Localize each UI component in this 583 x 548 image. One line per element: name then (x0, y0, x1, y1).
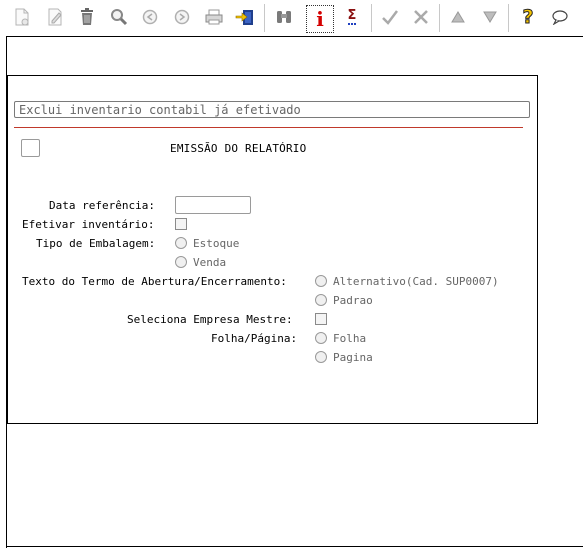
option-padrao-label: Padrao (333, 294, 373, 307)
title-underline (14, 127, 523, 128)
toolbar-separator (371, 4, 372, 32)
toolbar: i Σ ? (0, 0, 583, 36)
data-referencia-input[interactable] (175, 196, 251, 214)
radio-folha[interactable] (315, 332, 327, 344)
report-heading: EMISSÃO DO RELATÓRIO (170, 142, 307, 155)
radio-pagina[interactable] (315, 351, 327, 363)
window-border-bottom (6, 546, 583, 547)
efetivar-checkbox[interactable] (175, 218, 187, 230)
info-icon[interactable]: i (306, 5, 334, 33)
option-alternativo-label: Alternativo(Cad. SUP0007) (333, 275, 499, 288)
efetivar-label: Efetivar inventário: (22, 218, 155, 231)
radio-venda[interactable] (175, 256, 187, 268)
report-button[interactable] (21, 139, 40, 157)
info-glyph: i (316, 7, 324, 31)
edit-icon[interactable] (44, 6, 66, 28)
binoculars-icon[interactable] (273, 6, 295, 28)
print-icon[interactable] (203, 6, 225, 28)
option-folha-label: Folha (333, 332, 367, 345)
search-icon[interactable] (108, 6, 130, 28)
sum-icon[interactable]: Σ (341, 6, 363, 28)
toolbar-separator (264, 4, 265, 32)
help-icon[interactable]: ? (517, 6, 539, 28)
previous-icon[interactable] (139, 6, 161, 28)
radio-estoque[interactable] (175, 237, 187, 249)
tipo-embalagem-label: Tipo de Embalagem: (36, 237, 156, 250)
option-pagina-label: Pagina (333, 351, 373, 364)
export-icon[interactable] (234, 6, 256, 28)
program-title: Exclui inventario contabil já efetivado (14, 101, 530, 118)
toolbar-divider (6, 36, 583, 37)
toolbar-separator (508, 4, 509, 32)
first-icon[interactable] (447, 6, 469, 28)
confirm-icon[interactable] (379, 6, 401, 28)
cancel-icon[interactable] (410, 6, 432, 28)
new-icon[interactable] (11, 6, 33, 28)
toolbar-separator (439, 4, 440, 32)
help-glyph: ? (522, 6, 534, 28)
last-icon[interactable] (479, 6, 501, 28)
next-icon[interactable] (171, 6, 193, 28)
radio-alternativo[interactable] (315, 275, 327, 287)
folha-pagina-label: Folha/Página: (211, 332, 298, 345)
option-estoque-label: Estoque (193, 237, 240, 250)
delete-icon[interactable] (76, 6, 98, 28)
sum-glyph: Σ (347, 8, 357, 25)
option-venda-label: Venda (193, 256, 227, 269)
data-referencia-label: Data referência: (49, 199, 155, 212)
seleciona-empresa-checkbox[interactable] (315, 313, 327, 325)
seleciona-empresa-label: Seleciona Empresa Mestre: (127, 313, 293, 326)
texto-termo-label: Texto do Termo de Abertura/Encerramento: (22, 275, 287, 288)
chat-icon[interactable] (549, 6, 571, 28)
radio-padrao[interactable] (315, 294, 327, 306)
